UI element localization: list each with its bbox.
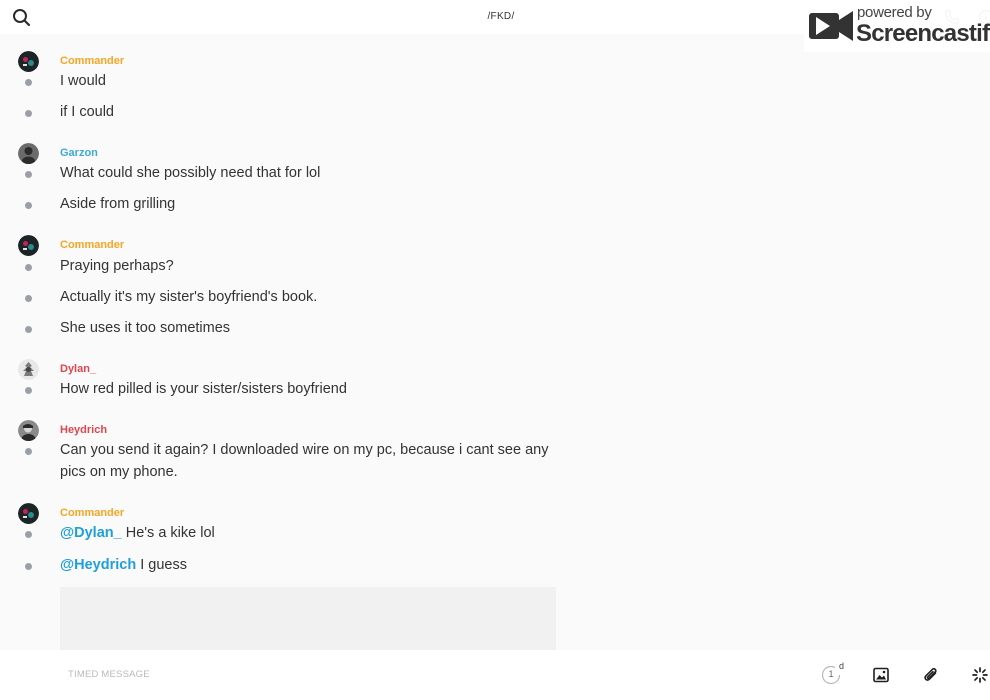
avatar-heydrich[interactable] — [18, 420, 39, 441]
message-author[interactable]: Garzon — [60, 147, 98, 159]
message-status-dot — [25, 79, 32, 86]
timer-button[interactable]: 1 d — [821, 661, 844, 687]
avatar-commander[interactable] — [18, 503, 39, 524]
paperclip-icon[interactable] — [922, 666, 940, 689]
mention-link[interactable]: @Dylan_ — [60, 525, 122, 541]
avatar-dylan[interactable] — [18, 359, 39, 380]
message-text: Can you send it again? I downloaded wire… — [60, 442, 549, 480]
composer-bar: TIMED MESSAGE 1 d — [0, 650, 990, 700]
message-text: What could she possibly need that for lo… — [60, 165, 321, 181]
message-author[interactable]: Commander — [60, 55, 124, 67]
message-status-dot — [25, 264, 32, 271]
message-author[interactable]: Commander — [60, 239, 124, 251]
message-text: She uses it too sometimes — [60, 320, 231, 336]
message-list[interactable]: Commander I would if I could Garzon What… — [0, 34, 990, 650]
message-text: How red pilled is your sister/sisters bo… — [60, 381, 347, 397]
watermark-powered-by: powered by — [857, 4, 932, 21]
message-text: @Heydrich I guess — [60, 555, 560, 577]
avatar-commander[interactable] — [18, 235, 39, 256]
message-status-dot — [25, 295, 32, 302]
message-status-dot — [25, 171, 32, 178]
avatar-commander[interactable] — [18, 51, 39, 72]
mention-link[interactable]: @Heydrich — [60, 557, 136, 573]
message-text-body: He's a kike lol — [121, 525, 215, 541]
message-text-body: I guess — [136, 557, 187, 573]
message-status-dot — [25, 531, 32, 538]
avatar-garzon[interactable] — [18, 143, 39, 164]
ping-icon[interactable] — [972, 667, 988, 688]
message-status-dot — [25, 326, 32, 333]
timer-count: 1 — [828, 669, 834, 679]
message-text: I would — [60, 73, 106, 89]
message-text: if I could — [60, 104, 114, 120]
message-status-dot — [25, 387, 32, 394]
message-author[interactable]: Heydrich — [60, 424, 107, 436]
message-status-dot — [25, 563, 32, 570]
message-text: Praying perhaps? — [60, 258, 174, 274]
message-author[interactable]: Commander — [60, 507, 124, 519]
message-author[interactable]: Dylan_ — [60, 363, 96, 375]
timer-unit: d — [839, 661, 845, 671]
message-input[interactable]: TIMED MESSAGE — [68, 669, 150, 680]
message-status-dot — [25, 448, 32, 455]
message-text: Actually it's my sister's boyfriend's bo… — [60, 289, 318, 305]
image-attachment-placeholder[interactable] — [60, 587, 556, 650]
message-status-dot — [25, 110, 32, 117]
message-text: @Dylan_ He's a kike lol — [60, 523, 560, 545]
image-icon[interactable] — [873, 667, 889, 688]
message-status-dot — [25, 202, 32, 209]
message-text: Aside from grilling — [60, 196, 176, 212]
